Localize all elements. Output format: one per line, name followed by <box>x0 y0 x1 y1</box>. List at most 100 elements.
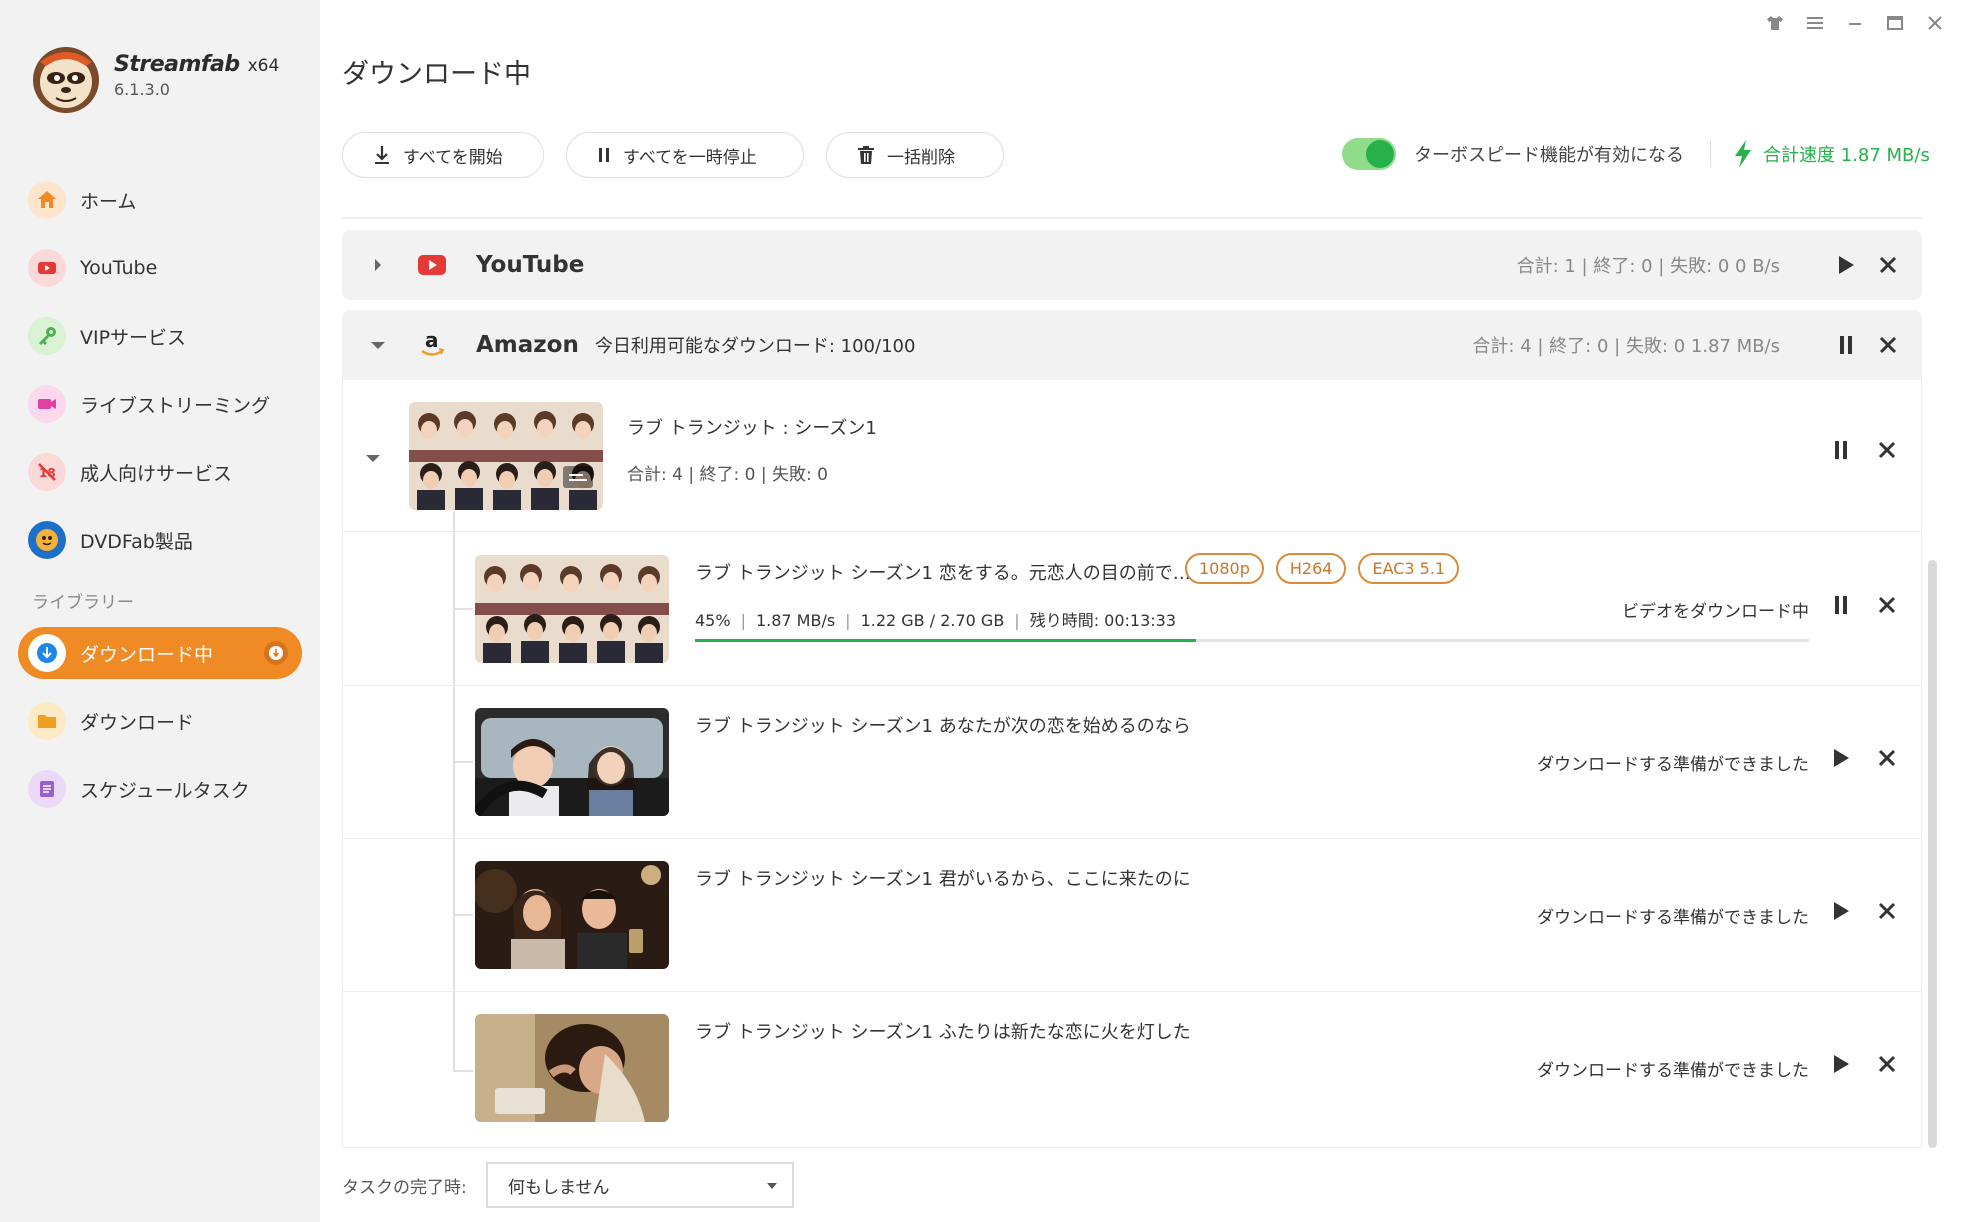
maximize-icon[interactable] <box>1884 12 1906 34</box>
pause-icon[interactable] <box>1827 440 1855 460</box>
episode-progress-info: 45% | 1.87 MB/s | 1.22 GB / 2.70 GB | 残り時間: 00… <box>695 611 1177 630</box>
brand-arch: x64 <box>247 56 280 76</box>
delete-all-label: 一括削除 <box>887 147 955 168</box>
group-stats: 合計: 4 | 終了: 0 | 失敗: 0 1.87 MB/s <box>1472 336 1780 357</box>
season-stats: 合計: 4 | 終了: 0 | 失敗: 0 <box>627 465 828 485</box>
episode-row[interactable]: ラブ トランジット シーズン1 君がいるから、ここに来たのに ダウンロードする準… <box>343 839 1921 992</box>
progress-bar <box>695 639 1809 642</box>
episode-title: ラブ トランジット シーズン1 恋をする。元恋人の目の前で… <box>695 563 1191 584</box>
episode-controls <box>1827 1054 1901 1074</box>
episode-row[interactable]: ラブ トランジット シーズン1 ふたりは新たな恋に火を灯した ダウンロードする準… <box>343 992 1921 1145</box>
collapse-arrow-icon[interactable] <box>342 340 414 350</box>
close-icon[interactable] <box>1874 336 1902 354</box>
episode-row[interactable]: ラブ トランジット シーズン1 あなたが次の恋を始めるのなら ダウンロードする準… <box>343 686 1921 839</box>
play-icon[interactable] <box>1827 901 1855 921</box>
group-amazon[interactable]: a Amazon 今日利用可能なダウンロード: 100/100 合計: 4 | … <box>342 310 1922 380</box>
sidebar-item-live-streaming[interactable]: ライブストリーミング <box>18 378 302 430</box>
remaining-time: 残り時間: 00:13:33 <box>1029 611 1177 630</box>
sidebar-item-label: ホーム <box>80 190 137 213</box>
group-name: YouTube <box>476 252 585 278</box>
episode-thumbnail <box>475 708 669 816</box>
brand-name: Streamfab <box>114 52 240 77</box>
close-icon[interactable] <box>1873 902 1901 920</box>
sidebar-item-label: DVDFab製品 <box>80 530 193 553</box>
menu-icon[interactable] <box>1804 12 1826 34</box>
close-window-icon[interactable] <box>1924 12 1946 34</box>
episode-title: ラブ トランジット シーズン1 あなたが次の恋を始めるのなら <box>695 716 1191 737</box>
format-tags: 1080p H264 EAC3 5.1 <box>1185 553 1460 584</box>
completion-value: 何もしません <box>508 1177 610 1198</box>
home-icon <box>28 181 66 219</box>
play-icon[interactable] <box>1827 748 1855 768</box>
sidebar-item-downloading[interactable]: ダウンロード中 <box>18 627 302 679</box>
folder-icon <box>28 702 66 740</box>
play-icon[interactable] <box>1827 1054 1855 1074</box>
turbo-toggle[interactable] <box>1342 138 1396 170</box>
schedule-icon <box>28 770 66 808</box>
download-badge-icon <box>264 641 288 665</box>
close-icon[interactable] <box>1873 441 1901 459</box>
tree-connector <box>453 761 473 763</box>
sidebar-item-adult[interactable]: 18 成人向けサービス <box>18 446 302 498</box>
streamfab-logo-icon <box>33 47 99 113</box>
total-speed: 合計速度 1.87 MB/s <box>1733 139 1930 169</box>
expand-arrow-icon[interactable] <box>342 257 414 273</box>
episode-thumbnail <box>475 1014 669 1122</box>
sidebar-item-label: ダウンロード中 <box>80 643 214 666</box>
tree-connector <box>453 608 473 610</box>
sidebar-item-vip[interactable]: VIPサービス <box>18 310 302 362</box>
collapse-arrow-icon[interactable] <box>365 448 381 467</box>
episode-status: ダウンロードする準備ができました <box>1537 755 1809 775</box>
key-icon <box>28 317 66 355</box>
lightning-icon <box>1735 140 1751 168</box>
svg-text:a: a <box>425 329 439 352</box>
chevron-down-icon <box>767 1183 777 1189</box>
sidebar-item-label: ライブストリーミング <box>80 394 271 417</box>
sidebar-item-youtube[interactable]: YouTube <box>18 242 302 294</box>
episode-thumbnail <box>475 861 669 969</box>
turbo-speed: ターボスピード機能が有効になる 合計速度 1.87 MB/s <box>1342 138 1930 170</box>
season-row[interactable]: ラブ トランジット : シーズン1 合計: 4 | 終了: 0 | 失敗: 0 <box>343 380 1921 532</box>
close-icon[interactable] <box>1874 256 1902 274</box>
amazon-task-list: ラブ トランジット : シーズン1 合計: 4 | 終了: 0 | 失敗: 0 … <box>342 380 1922 1148</box>
pause-all-button[interactable]: すべてを一時停止 <box>566 132 804 178</box>
season-controls <box>1827 440 1901 460</box>
season-thumbnail <box>409 402 603 510</box>
shirt-icon[interactable] <box>1764 12 1786 34</box>
episode-thumbnail <box>475 555 669 663</box>
youtube-icon <box>414 254 450 276</box>
episode-controls <box>1827 595 1901 615</box>
library-section-label: ライブラリー <box>32 593 134 613</box>
pause-icon[interactable] <box>1832 335 1860 355</box>
close-icon[interactable] <box>1873 749 1901 767</box>
season-title: ラブ トランジット : シーズン1 <box>627 418 877 439</box>
minimize-icon[interactable] <box>1844 12 1866 34</box>
sidebar-item-dvdfab[interactable]: DVDFab製品 <box>18 514 302 566</box>
audio-tag: EAC3 5.1 <box>1358 553 1460 584</box>
close-icon[interactable] <box>1873 596 1901 614</box>
progress-bar-fill <box>695 639 1197 642</box>
total-speed-label: 合計速度 1.87 MB/s <box>1763 145 1930 166</box>
sidebar-item-label: VIPサービス <box>80 326 187 349</box>
pause-all-label: すべてを一時停止 <box>623 147 757 168</box>
pause-icon[interactable] <box>1827 595 1855 615</box>
sidebar: Streamfab x64 6.1.3.0 ホーム YouTube VIPサービス <box>0 0 320 1222</box>
episode-title: ラブ トランジット シーズン1 君がいるから、ここに来たのに <box>695 869 1191 890</box>
start-all-button[interactable]: すべてを開始 <box>342 132 544 178</box>
adult-icon: 18 <box>28 453 66 491</box>
sidebar-item-downloaded[interactable]: ダウンロード <box>18 695 302 747</box>
delete-all-button[interactable]: 一括削除 <box>826 132 1004 178</box>
codec-tag: H264 <box>1275 553 1347 584</box>
close-icon[interactable] <box>1873 1055 1901 1073</box>
divider <box>1710 141 1711 167</box>
scrollbar-thumb[interactable] <box>1928 560 1937 1148</box>
resolution-tag: 1080p <box>1185 553 1264 584</box>
play-icon[interactable] <box>1832 255 1860 275</box>
app-version: 6.1.3.0 <box>114 80 170 99</box>
sidebar-item-schedule[interactable]: スケジュールタスク <box>18 763 302 815</box>
group-youtube[interactable]: YouTube 合計: 1 | 終了: 0 | 失敗: 0 0 B/s <box>342 230 1922 300</box>
download-arrow-icon <box>375 146 389 164</box>
episode-row[interactable]: ラブ トランジット シーズン1 恋をする。元恋人の目の前で… 1080p H26… <box>343 533 1921 686</box>
completion-select[interactable]: 何もしません <box>486 1162 794 1208</box>
sidebar-item-home[interactable]: ホーム <box>18 174 302 226</box>
